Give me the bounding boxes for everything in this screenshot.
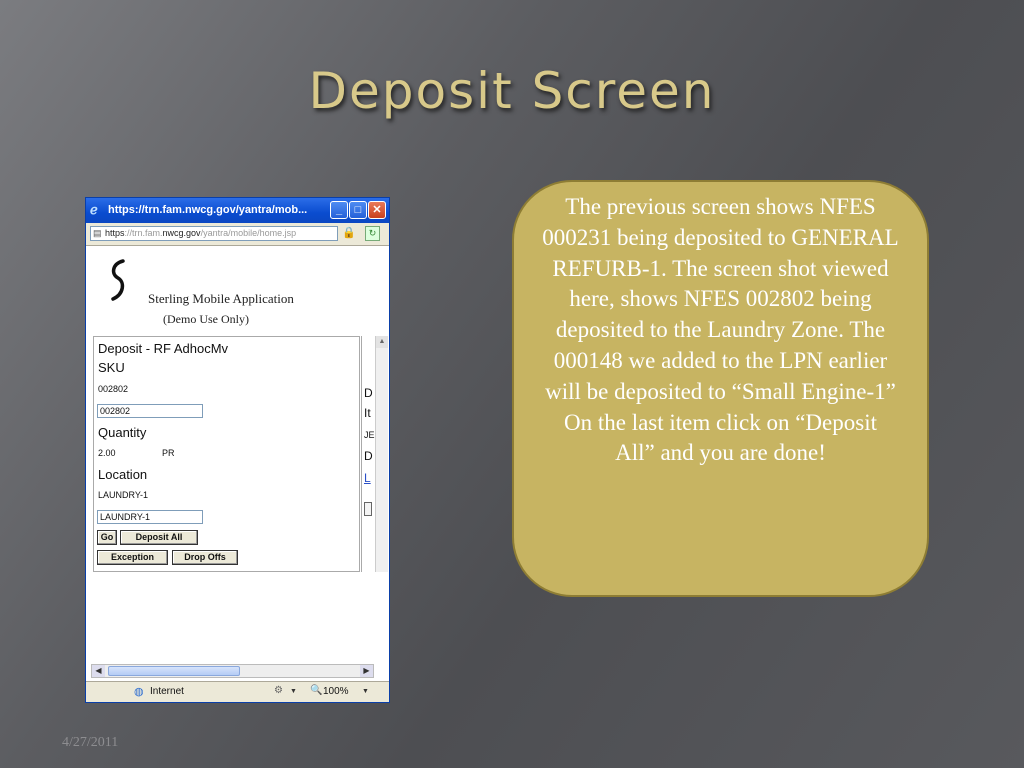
app-subtitle: (Demo Use Only) (163, 312, 249, 326)
form-header: Deposit - RF AdhocMv (98, 341, 229, 356)
close-button[interactable]: ✕ (368, 201, 386, 219)
address-path: /yantra/mobile/home.jsp (200, 228, 297, 238)
chevron-down-icon[interactable]: ▼ (362, 688, 369, 695)
location-value: LAUNDRY-1 (98, 490, 149, 500)
sterling-logo-icon (111, 259, 125, 301)
side-fragment: D (364, 449, 373, 463)
globe-icon: ◍ (134, 686, 144, 698)
sku-value: 002802 (98, 384, 129, 394)
page-icon: ▤ (93, 228, 102, 238)
address-domain: nwcg.gov (162, 228, 201, 238)
drop-offs-button[interactable]: Drop Offs (172, 550, 238, 565)
deposit-all-button[interactable]: Deposit All (120, 530, 198, 545)
window-titlebar[interactable]: ℯ https://trn.fam.nwcg.gov/yantra/mob...… (86, 198, 389, 223)
quantity-value: 2.00 (98, 448, 116, 458)
chevron-down-icon[interactable]: ▼ (290, 688, 297, 695)
scroll-up-arrow-icon[interactable]: ▲ (376, 336, 388, 348)
lock-icon[interactable]: 🔒 (342, 226, 356, 241)
sku-input[interactable]: 002802 (97, 404, 203, 418)
callout-box: The previous screen shows NFES 000231 be… (512, 180, 929, 597)
browser-window: ℯ https://trn.fam.nwcg.gov/yantra/mob...… (85, 197, 390, 703)
exception-button[interactable]: Exception (97, 550, 168, 565)
zoom-icon[interactable]: 🔍 (310, 685, 322, 696)
scroll-left-arrow-icon[interactable]: ◀ (92, 665, 105, 677)
address-input[interactable]: ▤ https://trn.fam.nwcg.gov/yantra/mobile/… (90, 226, 338, 241)
side-link[interactable]: L (364, 471, 371, 485)
horizontal-scrollbar[interactable]: ◀ ▶ (91, 664, 374, 678)
location-label: Location (98, 467, 148, 482)
status-bar: ◍ Internet ⚙ ▼ 🔍 100% ▼ (86, 681, 389, 702)
address-scheme: https (105, 228, 125, 238)
side-fragment: JE (364, 430, 375, 440)
vertical-scrollbar[interactable]: ▲ (375, 336, 388, 572)
side-fragment: It (364, 406, 371, 420)
sku-label: SKU (98, 360, 125, 375)
quantity-label: Quantity (98, 425, 147, 440)
side-frame: D It JE D L (361, 336, 375, 572)
deposit-form: Deposit - RF AdhocMv SKU 002802 002802 Q… (93, 336, 360, 572)
scrollbar-thumb[interactable] (108, 666, 240, 676)
security-zone: Internet (150, 686, 184, 697)
side-button[interactable] (364, 502, 372, 516)
minimize-button[interactable]: _ (330, 201, 348, 219)
go-button[interactable]: Go (97, 530, 117, 545)
zoom-level[interactable]: 100% (323, 686, 349, 697)
refresh-icon[interactable]: ↻ (365, 226, 380, 241)
address-bar: ▤ https://trn.fam.nwcg.gov/yantra/mobile/… (86, 223, 389, 246)
address-host-prefix: ://trn.fam. (124, 228, 163, 238)
slide-title: Deposit Screen (308, 62, 716, 120)
window-title: https://trn.fam.nwcg.gov/yantra/mob... (108, 204, 308, 216)
maximize-button[interactable]: □ (349, 201, 367, 219)
protected-mode-icon[interactable]: ⚙ (274, 685, 283, 696)
app-name: Sterling Mobile Application (148, 291, 294, 306)
scroll-right-arrow-icon[interactable]: ▶ (360, 665, 373, 677)
quantity-uom: PR (162, 448, 175, 458)
side-fragment: D (364, 386, 373, 400)
location-input[interactable]: LAUNDRY-1 (97, 510, 203, 524)
slide-date: 4/27/2011 (62, 735, 119, 750)
internet-explorer-icon: ℯ (90, 202, 98, 217)
